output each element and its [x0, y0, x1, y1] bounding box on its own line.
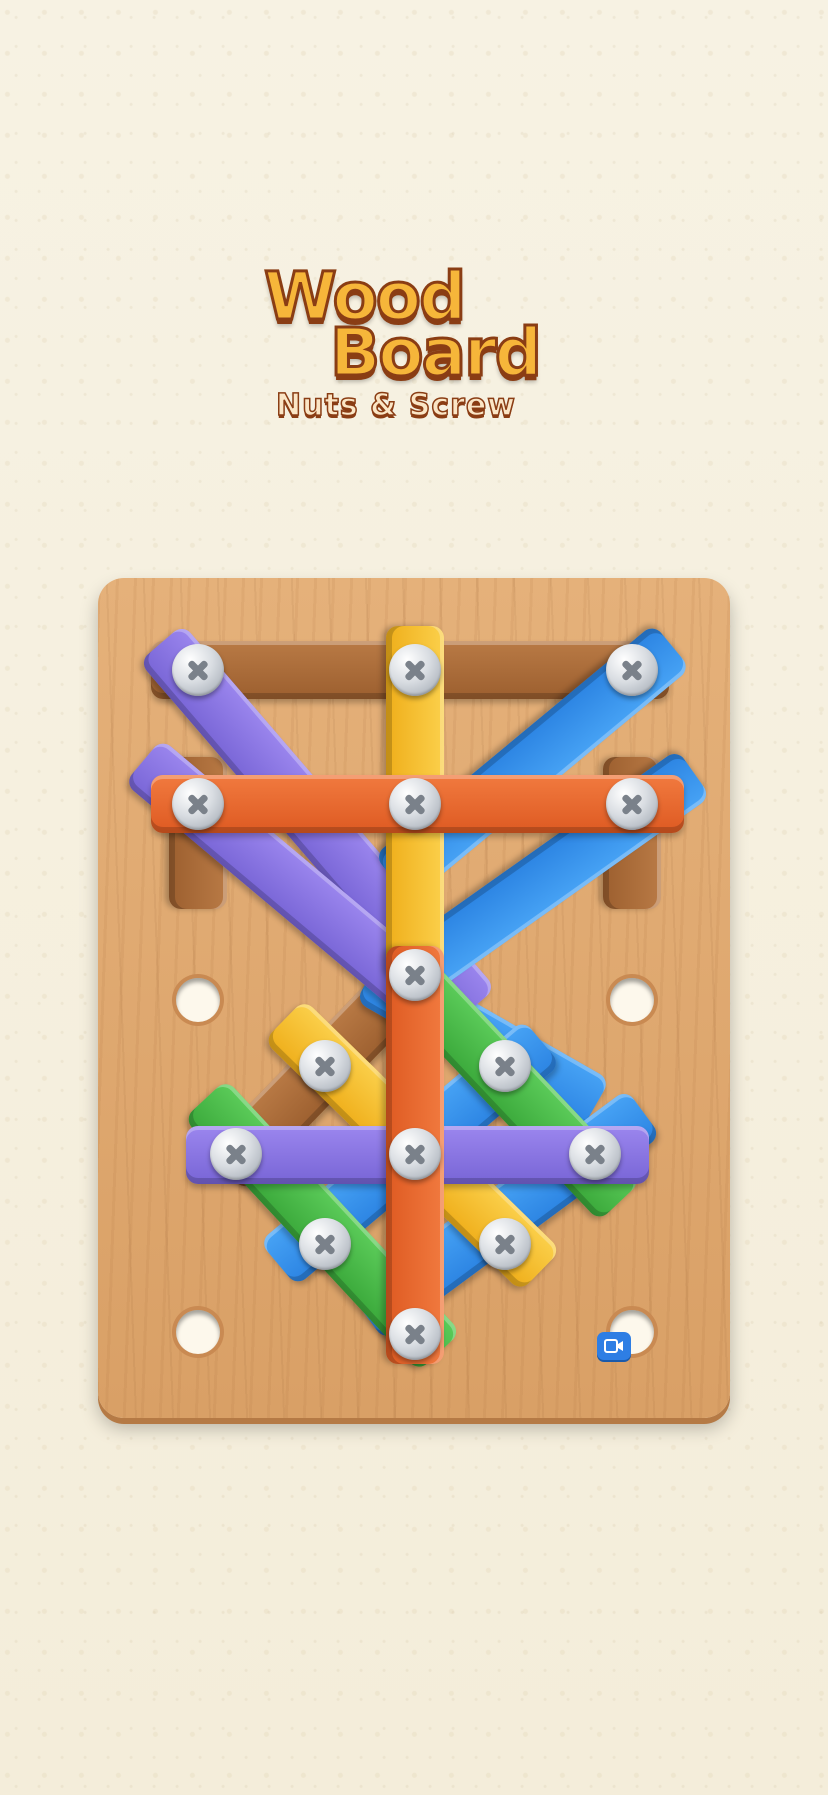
- screw-icon[interactable]: [389, 1308, 441, 1360]
- screw-icon[interactable]: [569, 1128, 621, 1180]
- screw-icon[interactable]: [606, 644, 658, 696]
- screw-icon[interactable]: [389, 778, 441, 830]
- screw-icon[interactable]: [299, 1040, 351, 1092]
- empty-hole-icon[interactable]: [176, 1310, 220, 1354]
- screw-icon[interactable]: [172, 644, 224, 696]
- screw-icon[interactable]: [389, 1128, 441, 1180]
- logo-line-3: Nuts & Screw: [275, 387, 516, 424]
- screw-icon[interactable]: [389, 644, 441, 696]
- screw-icon[interactable]: [210, 1128, 262, 1180]
- video-ad-button[interactable]: [597, 1332, 631, 1360]
- screw-icon[interactable]: [172, 778, 224, 830]
- screw-icon[interactable]: [389, 949, 441, 1001]
- screw-icon[interactable]: [479, 1218, 531, 1270]
- screw-icon[interactable]: [479, 1040, 531, 1092]
- logo-line-2: Board: [329, 314, 544, 391]
- screw-icon[interactable]: [299, 1218, 351, 1270]
- empty-hole-icon[interactable]: [610, 978, 654, 1022]
- video-icon: [604, 1339, 623, 1353]
- empty-hole-icon[interactable]: [176, 978, 220, 1022]
- screw-icon[interactable]: [606, 778, 658, 830]
- game-logo: Wood Board Nuts & Screw: [250, 260, 580, 430]
